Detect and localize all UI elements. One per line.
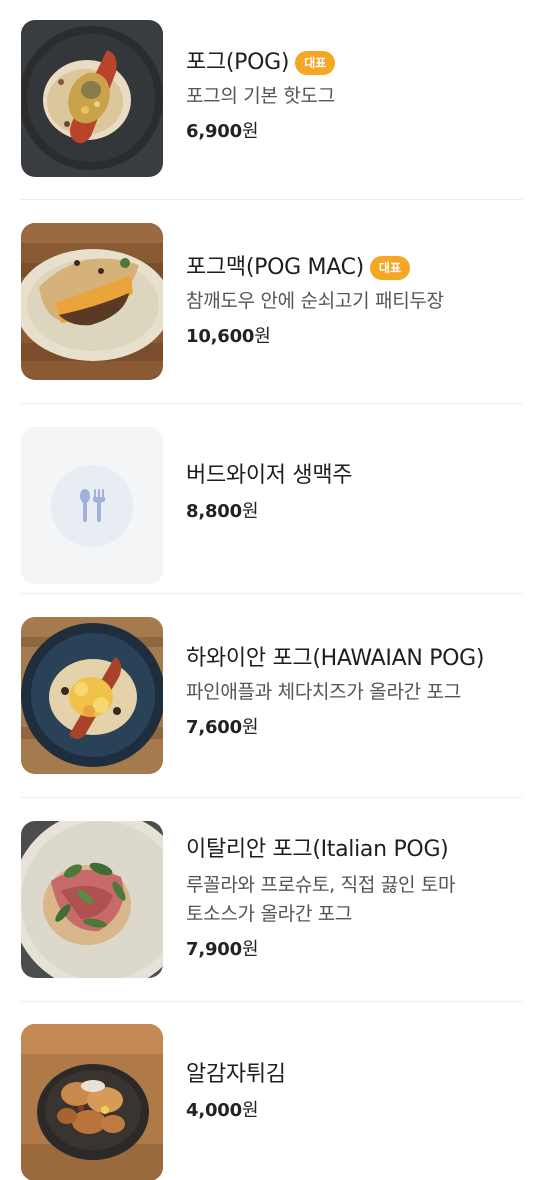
menu-item-pog-mac[interactable]: 포그맥(POG MAC) 대표 참깨도우 안에 순쇠고기 패티두장 10,600…: [21, 200, 522, 404]
menu-item-italian-pog[interactable]: 이탈리안 포그(Italian POG) 루꼴라와 프로슈토, 직접 끓인 토마…: [21, 798, 522, 1002]
utensils-icon: [80, 488, 105, 522]
menu-item-description: 파인애플과 체다치즈가 올라간 포그: [186, 681, 461, 703]
menu-item-photo: [21, 1024, 163, 1180]
menu-item-description: 루꼴라와 프로슈토, 직접 끓인 토마 토소스가 올라간 포그: [186, 874, 456, 925]
menu-item-price: 8,800원: [186, 501, 259, 522]
menu-item-price: 6,900원: [186, 121, 259, 142]
menu-item-name: 이탈리안 포그(Italian POG): [186, 837, 449, 862]
signature-badge: 대표: [295, 51, 336, 75]
menu-item-price: 10,600원: [186, 326, 271, 347]
menu-item-photo-placeholder: [21, 427, 163, 584]
menu-item-photo: [21, 223, 163, 380]
menu-list: 포그(POG) 대표 포그의 기본 핫도그 6,900원 포그맥(POG MAC…: [0, 0, 543, 1180]
menu-item-name: 하와이안 포그(HAWAIAN POG): [186, 646, 485, 671]
menu-item-name: 포그(POG): [186, 50, 290, 75]
menu-item-description: 포그의 기본 핫도그: [186, 85, 335, 107]
menu-item-description: 참깨도우 안에 순쇠고기 패티두장: [186, 290, 444, 312]
menu-item-name: 포그맥(POG MAC): [186, 255, 364, 280]
menu-item-photo: [21, 20, 163, 177]
menu-item-hawaiian-pog[interactable]: 하와이안 포그(HAWAIAN POG) 파인애플과 체다치즈가 올라간 포그 …: [21, 594, 522, 798]
menu-item-name: 알감자튀김: [186, 1062, 286, 1087]
menu-item-photo: [21, 617, 163, 774]
menu-item-price: 4,000원: [186, 1100, 259, 1121]
signature-badge: 대표: [369, 256, 411, 280]
menu-item-fried-potatoes[interactable]: 알감자튀김 4,000원: [21, 1002, 522, 1180]
menu-item-name: 버드와이저 생맥주: [186, 463, 353, 488]
menu-item-price: 7,900원: [186, 939, 259, 960]
menu-item-pog[interactable]: 포그(POG) 대표 포그의 기본 핫도그 6,900원: [21, 0, 522, 200]
menu-item-budweiser[interactable]: 버드와이저 생맥주 8,800원: [21, 404, 522, 594]
menu-item-photo: [21, 821, 163, 978]
menu-item-price: 7,600원: [186, 717, 259, 738]
